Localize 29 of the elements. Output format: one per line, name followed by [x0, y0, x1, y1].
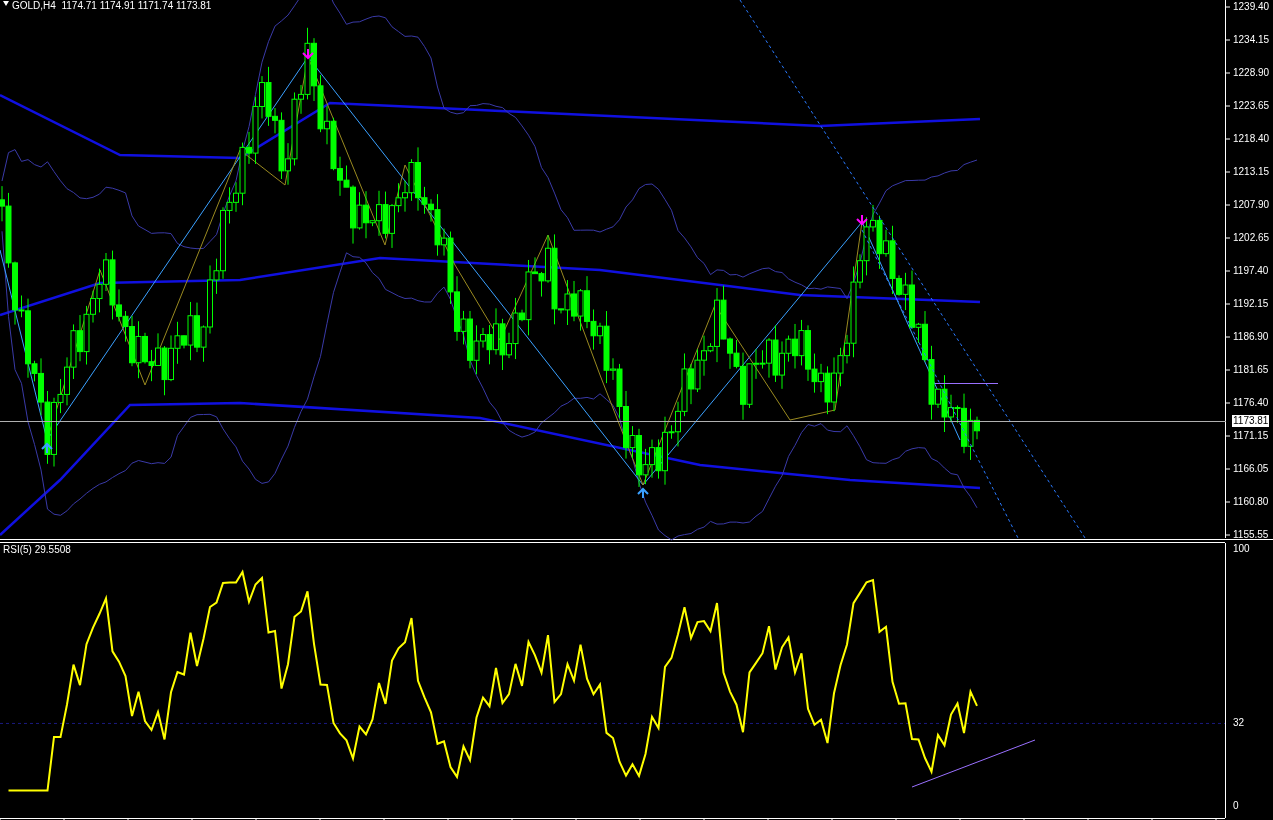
- price-label: 1171.15: [1233, 430, 1269, 442]
- rsi-axis-label: 32: [1233, 717, 1245, 730]
- price-label: 1213.15: [1233, 166, 1270, 178]
- price-label: 1197.40: [1233, 265, 1269, 277]
- price-label: 1176.40: [1233, 397, 1269, 409]
- price-label: 1192.15: [1233, 298, 1269, 310]
- down-arrow-icon: [302, 48, 314, 60]
- price-label: 1218.40: [1233, 133, 1270, 145]
- price-label: 1223.65: [1233, 100, 1270, 112]
- price-label: 1166.05: [1233, 463, 1269, 475]
- indicator-title: RSI(5) 29.5508: [3, 544, 71, 556]
- dropdown-triangle-icon[interactable]: [3, 1, 9, 6]
- price-label: 1181.65: [1233, 364, 1269, 376]
- rsi-axis-label: 0: [1233, 800, 1239, 812]
- down-arrow-icon: [856, 214, 868, 226]
- price-label: 1186.90: [1233, 331, 1269, 343]
- price-label: 1228.90: [1233, 67, 1270, 79]
- price-label: 1239.40: [1233, 1, 1270, 13]
- price-label: 1202.65: [1233, 232, 1270, 244]
- rsi-axis-label: 100: [1233, 543, 1250, 555]
- price-label: 1155.55: [1233, 529, 1269, 541]
- chart-title: GOLD,H4 1174.71 1174.91 1171.74 1173.81: [12, 0, 212, 12]
- up-arrow-icon: [41, 442, 53, 454]
- price-label: 1160.80: [1233, 496, 1269, 508]
- price-label: 1207.90: [1233, 199, 1270, 211]
- horizontal-line: [934, 383, 999, 384]
- up-arrow-icon: [637, 487, 649, 499]
- price-label: 1234.15: [1233, 34, 1270, 46]
- current-price-label: 1173.81: [1232, 415, 1270, 427]
